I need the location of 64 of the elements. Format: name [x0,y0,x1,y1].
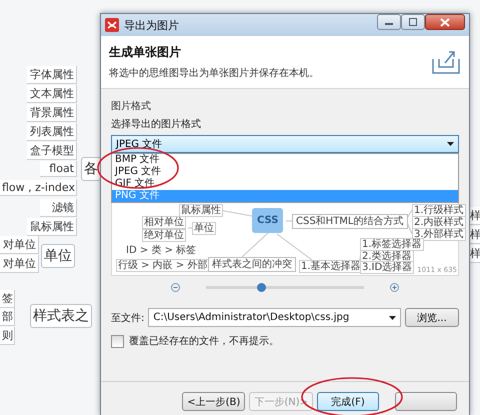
map-node: 1.标签选择器 [360,238,424,251]
header-title: 生成单张图片 [109,44,182,61]
map-node: 文本属性 [27,85,77,103]
map-node: 2.内嵌样式 [412,216,466,229]
connector-line [286,220,292,222]
export-icon [431,49,461,75]
zoom-in-button[interactable] [390,282,399,292]
map-node: 背景属性 [27,104,77,122]
map-node: 滤镜 [40,199,77,217]
window-title: 导出为图片 [124,18,180,32]
map-node: 部 [0,308,15,326]
map-node: CSS [252,208,284,233]
dialog-button[interactable]: <上一步(B) [182,392,246,411]
field-label: 至文件: [111,312,144,324]
map-node: 绝对单位 [142,229,186,242]
zoom-out-button[interactable] [171,282,180,292]
close-icon [440,18,450,26]
field-label: 选择导出的图片格式 [111,118,202,131]
connector-line [242,232,270,258]
zoom-in-icon [390,282,399,292]
map-node: 签 [0,290,15,308]
map-node: CSS和HTML的结合方式 [292,214,408,229]
format-dropdown[interactable]: JPEG 文件 [111,135,459,153]
node-label: ID > 类 > 标签 [126,245,196,256]
caret-icon [447,142,454,146]
map-node: 盒子模型 [27,142,77,160]
maximize-icon [408,18,418,26]
map-node: 相对单位 [142,216,186,229]
map-node: 单位 [192,222,216,235]
map-node: 样式表之间的冲突 [208,257,296,272]
zoom-out-icon [171,282,180,292]
connector-line [276,234,312,260]
topic-node: 样式表之 [30,304,92,328]
caret-icon [389,316,396,320]
close-button[interactable] [425,14,465,30]
map-node: 行级 > 内嵌 > 外部 [116,259,210,272]
map-node: 列表属性 [27,123,77,141]
map-node: 字体属性 [27,66,77,84]
maximize-button[interactable] [401,14,425,30]
map-node: 3.ID选择器 [360,261,414,274]
browse-button[interactable]: 浏览... [405,308,459,327]
checkbox-label: 覆盖已经存在的文件，不再提示。 [129,334,279,348]
dropdown-option[interactable]: BMP 文件 [112,154,458,166]
dialog-button[interactable]: 完成(F) [317,392,379,411]
topic-node: 各 [81,157,101,181]
map-node: 鼠标属性 [179,204,223,217]
map-node: 1.基本选择器 [299,260,363,273]
map-node: float [40,161,77,177]
map-node: flow , z-index [0,180,77,196]
map-node: 1.行级样式 [412,204,466,217]
slider-thumb[interactable] [257,282,266,292]
map-node: 对单位 [0,255,39,273]
map-node: 鼠标属性 [27,218,77,236]
map-node: 则 [0,327,15,345]
header-description: 将选中的思维图导出为单张图片并保存在本机。 [109,66,320,80]
group-title: 图片格式 [111,100,152,113]
topic-node: 单位 [41,244,75,268]
checkbox[interactable] [111,334,124,348]
minimize-button[interactable] [377,14,401,30]
map-node: 对单位 [0,236,39,254]
dialog-button[interactable] [395,392,457,411]
file-path-field[interactable]: C:\Users\Administrator\Desktop\css.jpg [148,308,401,327]
app-icon [105,18,119,32]
dropdown-option[interactable]: JPEG 文件 [112,166,458,178]
